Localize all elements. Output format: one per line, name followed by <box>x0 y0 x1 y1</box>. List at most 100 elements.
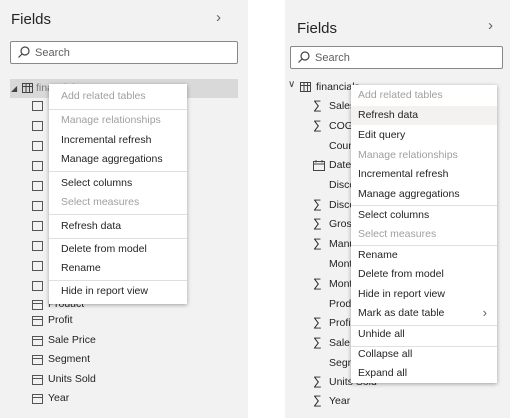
menu-separator <box>49 214 187 215</box>
menu-select-columns[interactable]: Select columns <box>351 209 497 225</box>
menu-label: Manage aggregations <box>61 153 163 165</box>
menu-label: Delete from model <box>61 243 147 255</box>
right-search-placeholder: Search <box>315 52 350 64</box>
menu-delete-from-model[interactable]: Delete from model <box>49 243 187 259</box>
menu-add-related-tables: Add related tables <box>351 89 497 105</box>
menu-select-measures: Select measures <box>351 228 497 244</box>
menu-manage-aggregations[interactable]: Manage aggregations <box>351 188 497 204</box>
table-icon <box>300 82 311 92</box>
field-icon <box>32 141 43 151</box>
field-label: Date <box>329 159 352 171</box>
menu-label: Refresh data <box>61 220 122 232</box>
menu-edit-query[interactable]: Edit query <box>351 129 497 145</box>
field-icon <box>32 221 43 231</box>
menu-rename[interactable]: Rename <box>49 262 187 278</box>
menu-separator <box>49 109 187 110</box>
menu-label: Hide in report view <box>61 285 148 297</box>
sigma-icon: ∑ <box>313 98 322 112</box>
chevron-right-icon[interactable]: › <box>488 17 493 34</box>
menu-separator <box>351 325 497 326</box>
field-icon <box>32 241 43 251</box>
menu-hide-in-report-view[interactable]: Hide in report view <box>351 288 497 304</box>
right-context-menu: Add related tables Refresh data Edit que… <box>351 85 497 383</box>
left-fields-pane: Fields › Search ◢ financials Product Pro… <box>0 0 248 418</box>
field-label: Sale Price <box>48 334 96 346</box>
sigma-icon: ∑ <box>313 236 322 250</box>
menu-hide-in-report-view[interactable]: Hide in report view <box>49 285 187 301</box>
menu-separator <box>49 238 187 239</box>
field-icon <box>32 375 43 385</box>
left-fields-title: Fields <box>11 11 52 28</box>
menu-mark-as-date-table[interactable]: Mark as date table › <box>351 305 497 323</box>
field-icon <box>32 355 43 365</box>
field-icon <box>32 121 43 131</box>
field-icon <box>32 261 43 271</box>
menu-label: Refresh data <box>358 109 419 121</box>
menu-label: Add related tables <box>61 90 146 102</box>
menu-label: Manage aggregations <box>358 188 460 200</box>
menu-label: Manage relationships <box>61 114 161 126</box>
search-icon <box>298 51 310 63</box>
field-icon <box>32 181 43 191</box>
menu-label: Mark as date table <box>358 307 445 319</box>
sigma-icon: ∑ <box>313 197 322 211</box>
sigma-icon: ∑ <box>313 216 322 230</box>
menu-label: Incremental refresh <box>358 168 449 180</box>
field-icon <box>32 300 43 310</box>
menu-add-related-tables: Add related tables <box>49 90 187 106</box>
sigma-icon: ∑ <box>313 335 322 349</box>
menu-label: Expand all <box>358 367 408 379</box>
menu-refresh-data[interactable]: Refresh data <box>49 220 187 236</box>
field-icon <box>32 336 43 346</box>
menu-label: Manage relationships <box>358 149 458 161</box>
field-icon <box>32 281 43 291</box>
menu-label: Rename <box>61 262 101 274</box>
menu-separator <box>351 205 497 206</box>
menu-separator <box>351 346 497 347</box>
menu-rename[interactable]: Rename <box>351 249 497 265</box>
expand-caret-icon[interactable]: ∨ <box>288 79 295 90</box>
right-fields-pane: Fields › Search ∨ financials ∑ Sales ∑ COG… <box>285 0 510 418</box>
menu-delete-from-model[interactable]: Delete from model <box>351 268 497 284</box>
menu-manage-aggregations[interactable]: Manage aggregations <box>49 153 187 169</box>
menu-label: Select columns <box>358 209 430 221</box>
chevron-right-icon[interactable]: › <box>216 9 221 26</box>
menu-label: Add related tables <box>358 89 443 101</box>
menu-label: Rename <box>358 249 398 261</box>
menu-select-columns[interactable]: Select columns <box>49 177 187 193</box>
menu-collapse-all[interactable]: Collapse all <box>351 348 497 364</box>
menu-label: Edit query <box>358 129 406 141</box>
menu-unhide-all[interactable]: Unhide all <box>351 328 497 344</box>
field-label: Units Sold <box>48 373 96 385</box>
menu-separator <box>351 245 497 246</box>
left-context-menu: Add related tables Manage relationships … <box>49 84 187 304</box>
field-icon <box>32 201 43 211</box>
menu-manage-relationships: Manage relationships <box>49 114 187 130</box>
right-search-input[interactable]: Search <box>290 46 503 69</box>
menu-label: Select measures <box>61 196 140 208</box>
menu-label: Incremental refresh <box>61 134 152 146</box>
menu-manage-relationships: Manage relationships <box>351 149 497 165</box>
calendar-icon <box>313 160 325 171</box>
field-label: Profit <box>48 314 73 326</box>
menu-label: Select measures <box>358 228 437 240</box>
menu-select-measures: Select measures <box>49 196 187 212</box>
menu-refresh-data[interactable]: Refresh data <box>351 109 497 125</box>
table-icon <box>22 83 33 93</box>
sigma-icon: ∑ <box>313 315 322 329</box>
menu-incremental-refresh[interactable]: Incremental refresh <box>49 134 187 150</box>
menu-incremental-refresh[interactable]: Incremental refresh <box>351 168 497 184</box>
field-label: Year <box>329 395 351 407</box>
menu-label: Hide in report view <box>358 288 445 300</box>
sigma-icon: ∑ <box>313 118 322 132</box>
sigma-icon: ∑ <box>313 276 322 290</box>
search-icon <box>18 46 30 58</box>
menu-separator <box>49 171 187 172</box>
left-search-input[interactable]: Search <box>10 41 238 64</box>
menu-expand-all[interactable]: Expand all <box>351 367 497 383</box>
menu-label: Delete from model <box>358 268 444 280</box>
sigma-icon: ∑ <box>313 393 322 407</box>
menu-label: Select columns <box>61 177 133 189</box>
expand-caret-icon[interactable]: ◢ <box>11 84 17 93</box>
field-label: Profit <box>329 317 354 329</box>
